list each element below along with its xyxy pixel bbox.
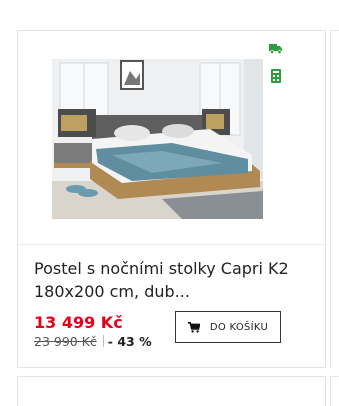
shopping-cart-icon [187, 321, 200, 333]
old-price: 23 990 Kč [34, 334, 97, 349]
availability-badges [269, 41, 285, 97]
discount-badge: - 43 % [107, 334, 152, 349]
below-product-card[interactable] [17, 376, 326, 406]
price-separator [102, 335, 104, 347]
next-product-card[interactable] [330, 30, 339, 368]
current-price: 13 499 Kč [34, 313, 123, 332]
product-image[interactable] [52, 59, 263, 219]
bedroom-photo [52, 59, 263, 219]
delivery-truck-icon[interactable] [269, 41, 283, 55]
price-comparison: 23 990 Kč - 43 % [34, 334, 152, 349]
product-card[interactable]: Postel s nočními stolky Capri K2 180x200… [17, 30, 326, 368]
card-divider [18, 244, 325, 245]
add-to-cart-button[interactable]: DO KOŠÍKU [175, 311, 281, 343]
add-to-cart-label: DO KOŠÍKU [209, 321, 269, 333]
product-title[interactable]: Postel s nočními stolky Capri K2 180x200… [34, 257, 304, 303]
product-listing-page: Postel s nočními stolky Capri K2 180x200… [0, 0, 339, 406]
below-next-product-card[interactable] [330, 376, 339, 406]
store-stock-icon[interactable] [269, 69, 283, 83]
